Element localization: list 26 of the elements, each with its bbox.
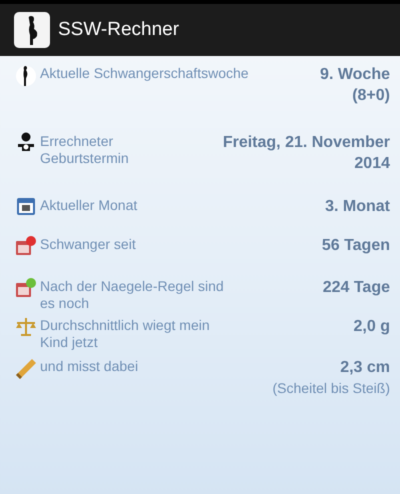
value-note: (Scheitel bis Steiß)	[272, 379, 390, 398]
baby-icon	[16, 132, 36, 154]
app-title: SSW-Rechner	[58, 19, 180, 41]
pregnant-figure-icon	[16, 64, 36, 88]
calendar-icon	[16, 196, 36, 216]
row-value: 224 Tage	[322, 278, 390, 298]
row-value: 2014	[354, 154, 390, 174]
row-label: Schwanger seit	[40, 235, 136, 253]
row-label: Aktueller Monat	[40, 196, 138, 214]
row-value: Freitag, 21. November	[222, 133, 390, 153]
row-value: 9. Woche	[320, 65, 390, 85]
calendar-plus-icon	[15, 277, 37, 299]
row-value: 2,3 cm	[340, 358, 390, 378]
scale-icon	[15, 316, 37, 338]
row-value: 2,0 g	[354, 317, 390, 337]
row-label: Aktuelle Schwangerschaftswoche	[40, 64, 249, 82]
row-label: Durchschnittlich wiegt mein Kind jetzt	[40, 316, 210, 351]
calendar-minus-icon	[15, 235, 37, 257]
ruler-icon	[14, 357, 38, 381]
row-label: Errechneter Geburtstermin	[40, 132, 130, 167]
row-label: Nach der Naegele-Regel sind es noch	[40, 277, 225, 312]
app-icon	[14, 12, 50, 48]
row-value: 56 Tagen	[322, 236, 390, 256]
row-value: (8+0)	[352, 86, 390, 106]
row-value: 3. Monat	[325, 197, 390, 217]
row-label: und misst dabei	[40, 357, 138, 375]
